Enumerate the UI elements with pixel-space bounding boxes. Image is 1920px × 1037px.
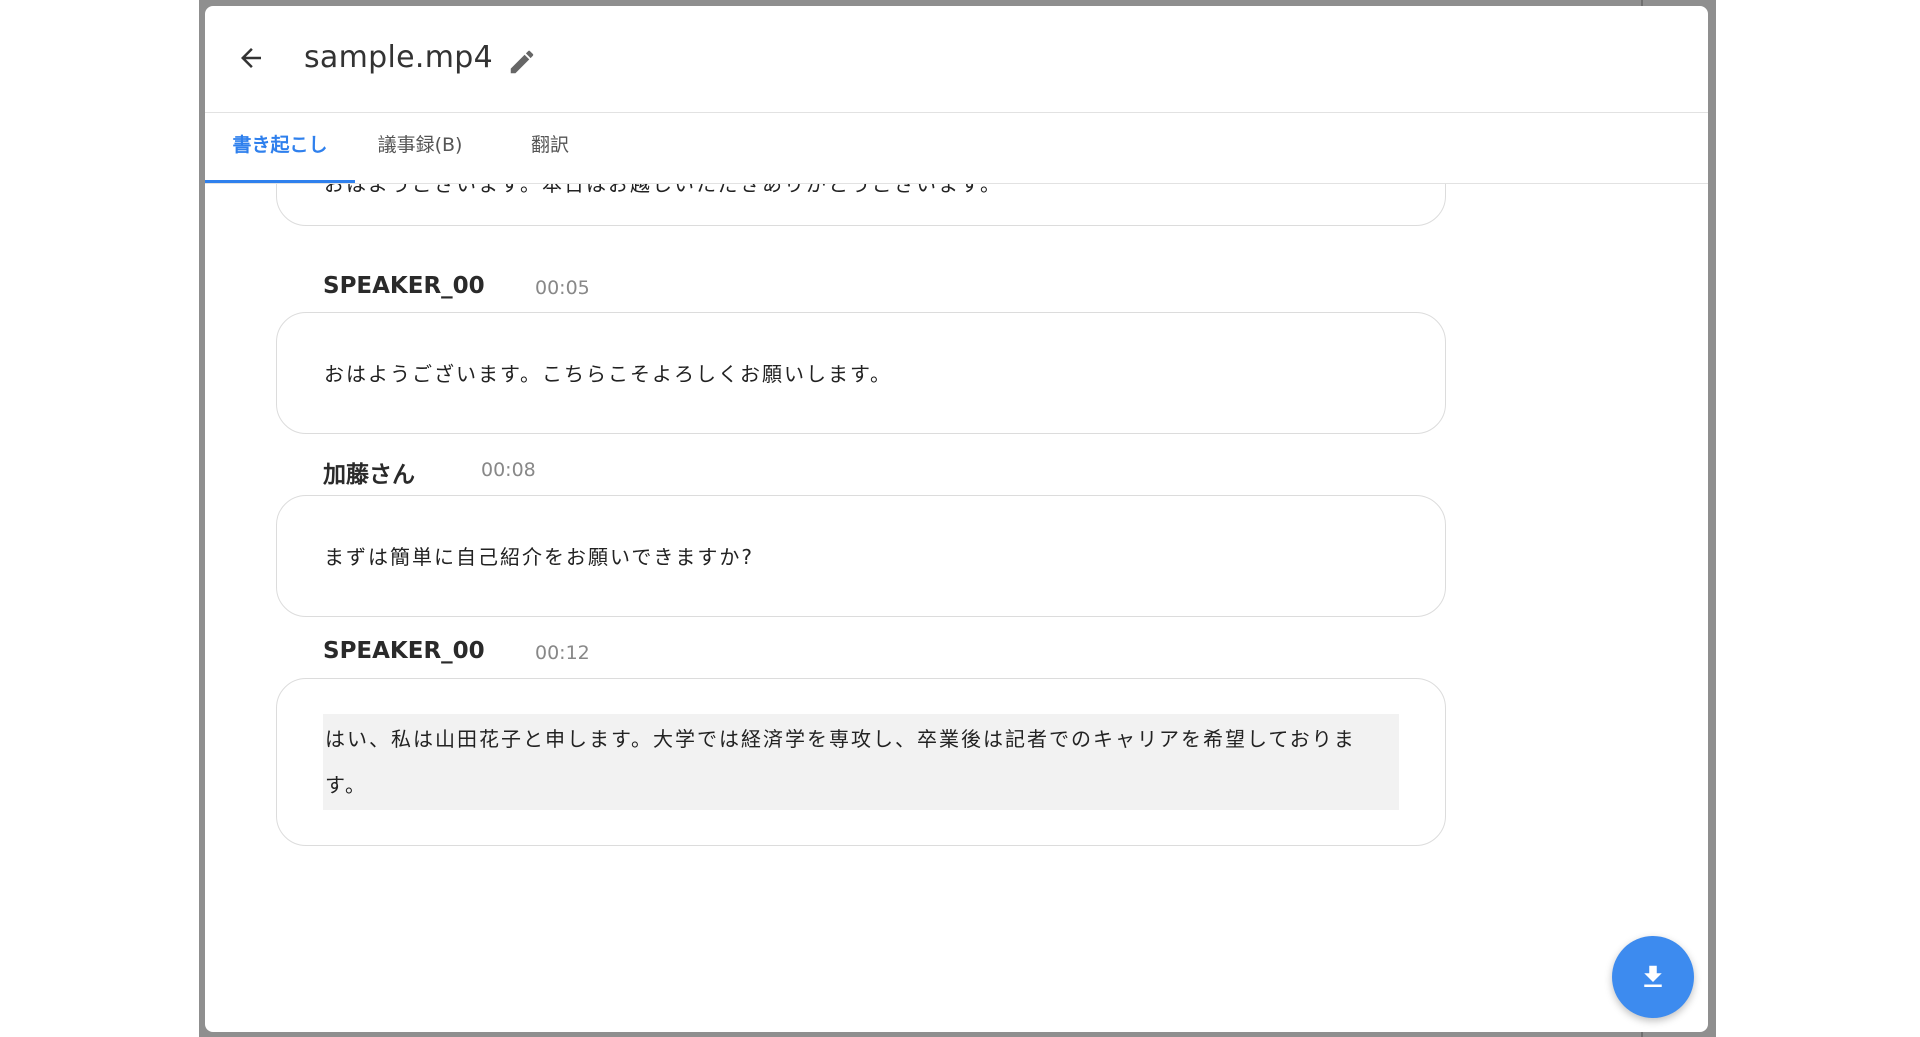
- transcript-list[interactable]: おはようございます。本日はお越しいただきありがとうございます。 SPEAKER_…: [205, 184, 1708, 1032]
- download-button[interactable]: [1612, 936, 1694, 1018]
- transcript-dialog: sample.mp4 書き起こし 議事録(B) 翻訳 おはようございます。本日は…: [205, 6, 1708, 1032]
- transcript-bubble: おはようございます。本日はお越しいただきありがとうございます。: [276, 184, 1446, 226]
- tab-translation-label: 翻訳: [530, 134, 569, 156]
- transcript-text: おはようございます。こちらこそよろしくお願いします。: [324, 362, 892, 386]
- transcript-text: おはようございます。本日はお越しいただきありがとうございます。: [324, 184, 1002, 196]
- transcript-text-selected[interactable]: はい、私は山田花子と申します。大学では経済学を専攻し、卒業後は記者でのキャリアを…: [323, 714, 1399, 810]
- arrow-back-icon: [241, 48, 261, 68]
- tab-bar: 書き起こし 議事録(B) 翻訳: [205, 113, 1708, 184]
- transcript-bubble: まずは簡単に自己紹介をお願いできますか?: [276, 495, 1446, 617]
- transcript-text: まずは簡単に自己紹介をお願いできますか?: [324, 545, 755, 569]
- download-icon: [1644, 965, 1662, 987]
- edit-title-button[interactable]: [505, 45, 539, 79]
- timestamp: 00:12: [535, 642, 590, 664]
- speaker-name: SPEAKER_00: [323, 273, 485, 299]
- pencil-icon: [510, 50, 534, 74]
- active-tab-indicator: [205, 180, 355, 183]
- back-button[interactable]: [231, 38, 271, 78]
- speaker-name: 加藤さん: [323, 462, 415, 488]
- file-title: sample.mp4: [304, 40, 493, 75]
- tab-minutes-label: 議事録(B): [377, 134, 463, 156]
- timestamp: 00:08: [481, 459, 536, 481]
- tab-translation[interactable]: 翻訳: [505, 113, 595, 183]
- transcript-bubble: おはようございます。こちらこそよろしくお願いします。: [276, 312, 1446, 434]
- tab-minutes[interactable]: 議事録(B): [355, 113, 485, 183]
- transcript-bubble: はい、私は山田花子と申します。大学では経済学を専攻し、卒業後は記者でのキャリアを…: [276, 678, 1446, 846]
- dialog-header: sample.mp4: [205, 6, 1708, 113]
- timestamp: 00:05: [535, 277, 590, 299]
- speaker-name: SPEAKER_00: [323, 638, 485, 664]
- tab-transcription-label: 書き起こし: [232, 134, 328, 156]
- tab-transcription[interactable]: 書き起こし: [205, 113, 355, 183]
